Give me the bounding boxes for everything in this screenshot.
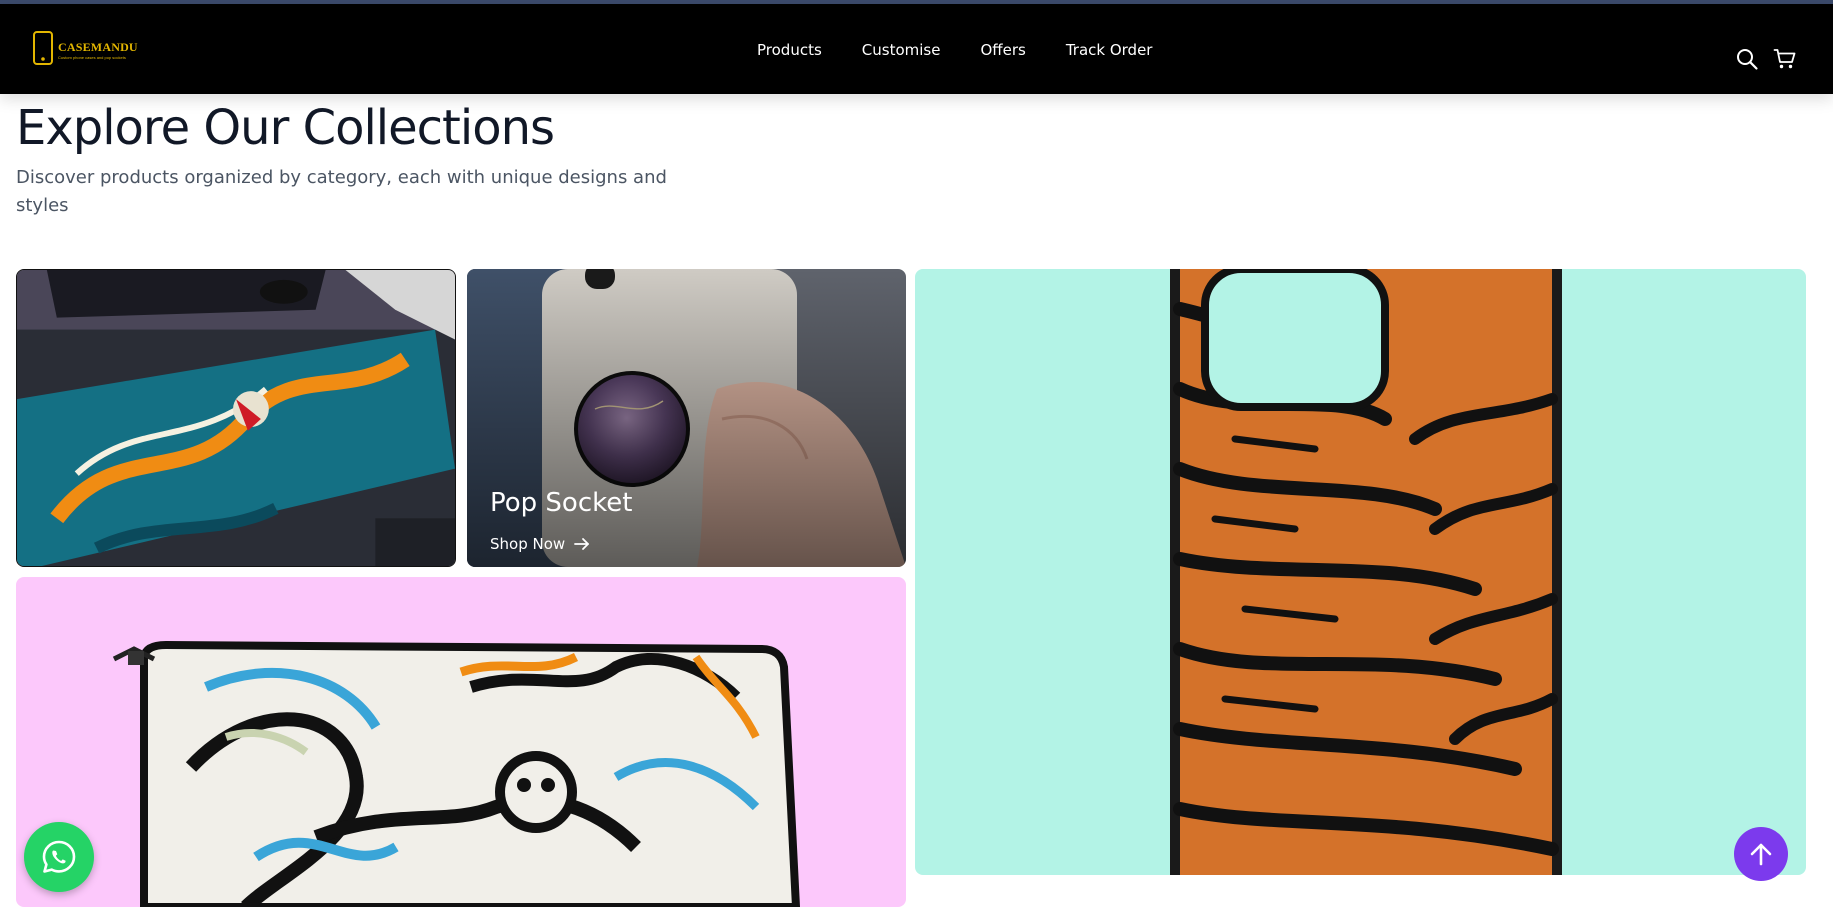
brand-tagline: Custom phone cases and pop sockets bbox=[58, 55, 126, 60]
arrow-up-icon bbox=[1750, 843, 1772, 866]
whatsapp-chat-button[interactable] bbox=[24, 822, 94, 892]
shop-now-label: Shop Now bbox=[490, 535, 566, 553]
main-nav: Products Customise Offers Track Order bbox=[757, 41, 1152, 59]
whatsapp-icon bbox=[42, 840, 76, 873]
nav-actions bbox=[1735, 47, 1797, 71]
collection-card-laptop-sleeve[interactable] bbox=[16, 577, 906, 907]
tiger-phone-case-image bbox=[915, 269, 1806, 875]
cart-icon[interactable] bbox=[1773, 47, 1797, 71]
scroll-to-top-button[interactable] bbox=[1734, 827, 1788, 881]
collection-card-pop-socket[interactable]: Pop Socket Shop Now bbox=[467, 269, 906, 567]
laptop-sleeve-image bbox=[16, 577, 906, 907]
shop-now-link[interactable]: Shop Now bbox=[490, 535, 591, 553]
arrow-right-icon bbox=[574, 538, 590, 550]
nav-customise[interactable]: Customise bbox=[862, 41, 941, 59]
brand-name: CASEMANDU bbox=[58, 40, 138, 54]
navbar: CASEMANDU Custom phone cases and pop soc… bbox=[0, 4, 1833, 94]
collection-card-mousepad[interactable] bbox=[16, 269, 456, 567]
search-icon[interactable] bbox=[1735, 47, 1759, 71]
pop-socket-image bbox=[467, 269, 906, 567]
dragon-mousepad-image bbox=[17, 270, 455, 566]
collection-card-phone-case[interactable] bbox=[915, 269, 1806, 875]
nav-track-order[interactable]: Track Order bbox=[1066, 41, 1153, 59]
phone-icon bbox=[33, 31, 53, 65]
page-subtitle: Discover products organized by category,… bbox=[16, 167, 667, 216]
brand-logo[interactable]: CASEMANDU Custom phone cases and pop soc… bbox=[32, 31, 138, 65]
nav-products[interactable]: Products bbox=[757, 41, 822, 59]
page-title: Explore Our Collections bbox=[16, 100, 555, 156]
nav-offers[interactable]: Offers bbox=[980, 41, 1025, 59]
pop-socket-title: Pop Socket bbox=[490, 488, 633, 518]
